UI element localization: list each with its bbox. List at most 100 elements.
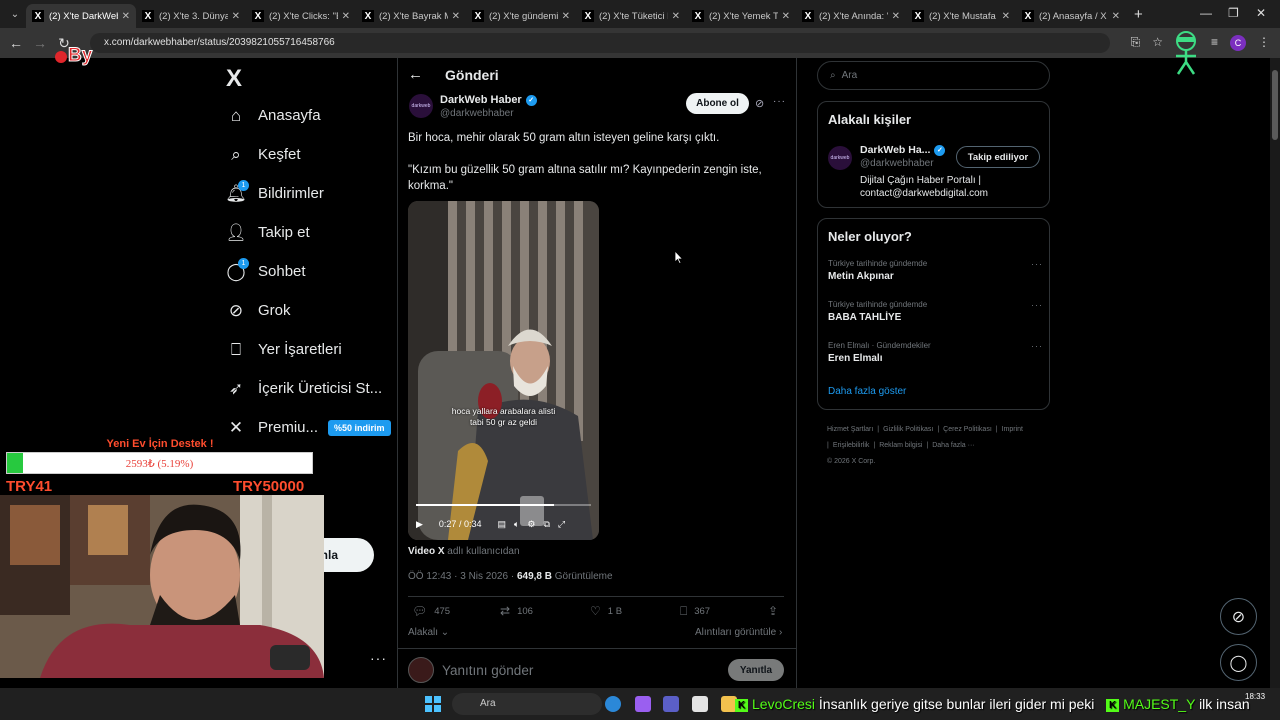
tab-close-icon[interactable]: ✕ xyxy=(1002,11,1010,22)
trend-more-icon[interactable]: ··· xyxy=(1031,259,1043,269)
trend-item[interactable]: Eren Elmalı · Gündemdekiler Eren Elmalı ··… xyxy=(828,341,1043,364)
browser-tab[interactable]: X (2) X'te Yemek Te ✕ xyxy=(686,4,796,28)
teams-icon[interactable] xyxy=(663,696,679,712)
browser-tab[interactable]: X (2) X'te gündemi ✕ xyxy=(466,4,576,28)
footer-link[interactable]: Hizmet Şartları xyxy=(827,426,873,433)
copilot-icon[interactable] xyxy=(635,696,651,712)
sidebar-item-grok[interactable]: ⊘ Grok xyxy=(222,291,391,330)
sidebar-item-rocket[interactable]: ➶ İçerik Üreticisi St... xyxy=(222,369,391,408)
captions-icon[interactable]: ▤ xyxy=(497,519,506,530)
start-icon[interactable] xyxy=(425,696,441,712)
footer-link[interactable]: Gizlilik Politikası xyxy=(883,426,933,433)
profile-avatar[interactable]: C xyxy=(1230,35,1246,51)
show-more-link[interactable]: Daha fazla göster xyxy=(828,386,906,397)
reply-input[interactable]: Yanıtını gönder xyxy=(442,663,533,678)
grok-floating-button[interactable]: ⊘ xyxy=(1220,598,1257,635)
footer-link[interactable]: Erişilebilirlik xyxy=(833,442,870,449)
tab-close-icon[interactable]: ✕ xyxy=(342,11,350,22)
media-control-icon[interactable]: ≡ xyxy=(1211,35,1218,51)
video-source-name[interactable]: Video X xyxy=(408,546,445,557)
tab-close-icon[interactable]: ✕ xyxy=(562,11,570,22)
browser-tab[interactable]: X (2) Anasayfa / X ✕ xyxy=(1016,4,1126,28)
footer-link[interactable]: © 2026 X Corp. xyxy=(827,458,875,465)
scroll-thumb[interactable] xyxy=(1272,70,1278,140)
sidebar-item-bookmark[interactable]: ⎕ Yer İşaretleri xyxy=(222,330,391,369)
trend-item[interactable]: Türkiye tarihinde gündemde BABA TAHLİYE ··… xyxy=(828,300,1043,323)
edge-icon[interactable] xyxy=(605,696,621,712)
url-field[interactable]: x.com/darkwebhaber/status/20398210557164… xyxy=(90,33,1110,53)
reply-sort-dropdown[interactable]: Alakalı ⌄ xyxy=(408,627,449,638)
my-avatar[interactable] xyxy=(408,657,434,683)
install-app-icon[interactable]: ⎘ xyxy=(1131,35,1141,51)
author-handle[interactable]: @darkwebhaber xyxy=(440,108,514,119)
sidebar-item-home[interactable]: ⌂ Anasayfa xyxy=(222,96,391,135)
like-action[interactable]: ♡ 1 B xyxy=(590,604,622,618)
author-name[interactable]: DarkWeb Haber ✓ xyxy=(440,94,537,106)
related-handle[interactable]: @darkwebhaber xyxy=(860,158,934,169)
footer-link[interactable]: Daha fazla ··· xyxy=(932,442,974,449)
browser-tab[interactable]: X (2) X'te 3. Dünya ✕ xyxy=(136,4,246,28)
search-input[interactable]: ⌕ Ara xyxy=(817,61,1050,90)
browser-tab[interactable]: X (2) X'te Clicks: "Bi ✕ xyxy=(246,4,356,28)
subscribe-button[interactable]: Abone ol xyxy=(686,93,749,114)
reply-action[interactable]: 💬︎ 475 xyxy=(412,604,450,618)
back-icon[interactable]: ← xyxy=(4,35,28,51)
sidebar-item-bell[interactable]: 🔔︎ 1 Bildirimler xyxy=(222,174,391,213)
tab-close-icon[interactable]: ✕ xyxy=(452,11,460,22)
related-avatar[interactable]: darkweb xyxy=(828,146,852,170)
tab-close-icon[interactable]: ✕ xyxy=(672,11,680,22)
reply-button[interactable]: Yanıtla xyxy=(728,659,784,681)
browser-menu-icon[interactable]: ⋮ xyxy=(1258,35,1270,51)
tab-search-menu-button[interactable]: ⌄ xyxy=(4,3,26,25)
volume-icon[interactable]: 🔈︎ xyxy=(514,519,519,530)
footer-link[interactable]: Çerez Politikası xyxy=(943,426,992,433)
store-icon[interactable] xyxy=(692,696,708,712)
browser-tab[interactable]: X (2) X'te Tüketici D ✕ xyxy=(576,4,686,28)
trend-item[interactable]: Türkiye tarihinde gündemde Metin Akpınar ·… xyxy=(828,259,1043,282)
play-icon[interactable]: ▶ xyxy=(416,519,423,530)
related-name[interactable]: DarkWeb Ha... ✓ xyxy=(860,144,946,156)
video-player[interactable]: hoca yallara arabalara alisti tabi 50 gr… xyxy=(408,201,599,540)
settings-icon[interactable]: ⚙︎ xyxy=(527,519,535,530)
browser-tab[interactable]: X (2) X'te Mustafa ✕ xyxy=(906,4,1016,28)
sidebar-item-follow[interactable]: 👤︎ Takip et xyxy=(222,213,391,252)
post-more-icon[interactable]: ··· xyxy=(773,96,786,107)
repost-action[interactable]: ⇄ 106 xyxy=(500,604,533,618)
sidebar-item-search[interactable]: ⌕ Keşfet xyxy=(222,135,391,174)
grok-explain-icon[interactable]: ⊘ xyxy=(755,97,764,110)
tab-close-icon[interactable]: ✕ xyxy=(892,11,900,22)
close-window-button[interactable]: ✕ xyxy=(1256,6,1266,20)
tab-close-icon[interactable]: ✕ xyxy=(232,11,240,22)
pip-icon[interactable]: ⧉ xyxy=(543,519,549,530)
minimize-button[interactable]: — xyxy=(1200,6,1212,20)
author-avatar[interactable]: darkweb xyxy=(409,94,433,118)
tab-close-icon[interactable]: ✕ xyxy=(1112,11,1120,22)
view-quotes-link[interactable]: Alıntıları görüntüle › xyxy=(695,627,782,638)
browser-tab[interactable]: X (2) X'te Anında: " ✕ xyxy=(796,4,906,28)
footer-link[interactable]: Reklam bilgisi xyxy=(879,442,922,449)
messages-floating-button[interactable]: ◯ xyxy=(1220,644,1257,681)
browser-tab[interactable]: X (2) X'te Bayrak M ✕ xyxy=(356,4,466,28)
tab-close-icon[interactable]: ✕ xyxy=(122,11,130,22)
new-tab-button[interactable]: + xyxy=(1134,6,1143,23)
fullscreen-icon[interactable]: ⤢ xyxy=(558,519,565,530)
bookmark-star-icon[interactable]: ☆ xyxy=(1152,35,1163,51)
trend-more-icon[interactable]: ··· xyxy=(1031,341,1043,351)
bookmark-action[interactable]: ⎕ 367 xyxy=(680,604,710,619)
browser-tab[interactable]: X (2) X'te DarkWeb ✕ xyxy=(26,4,136,28)
sidebar-item-chat[interactable]: ◯ 1 Sohbet xyxy=(222,252,391,291)
forward-icon[interactable]: → xyxy=(28,35,52,51)
page-scrollbar[interactable] xyxy=(1270,58,1280,688)
following-button[interactable]: Takip ediliyor xyxy=(956,146,1040,168)
trend-more-icon[interactable]: ··· xyxy=(1031,300,1043,310)
post-timestamp[interactable]: ÖÖ 12:43 · 3 Nis 2026 · xyxy=(408,571,517,582)
share-action[interactable]: ⇪ xyxy=(768,604,785,618)
taskbar-search[interactable]: Ara xyxy=(452,693,602,715)
footer-link[interactable]: Imprint xyxy=(1002,426,1023,433)
tab-close-icon[interactable]: ✕ xyxy=(782,11,790,22)
x-logo[interactable]: X xyxy=(226,65,242,93)
maximize-button[interactable]: ❐ xyxy=(1228,6,1239,20)
account-more-icon[interactable]: ··· xyxy=(370,650,387,666)
video-progress-bar[interactable] xyxy=(416,504,591,506)
back-arrow-icon[interactable]: ← xyxy=(408,66,423,83)
